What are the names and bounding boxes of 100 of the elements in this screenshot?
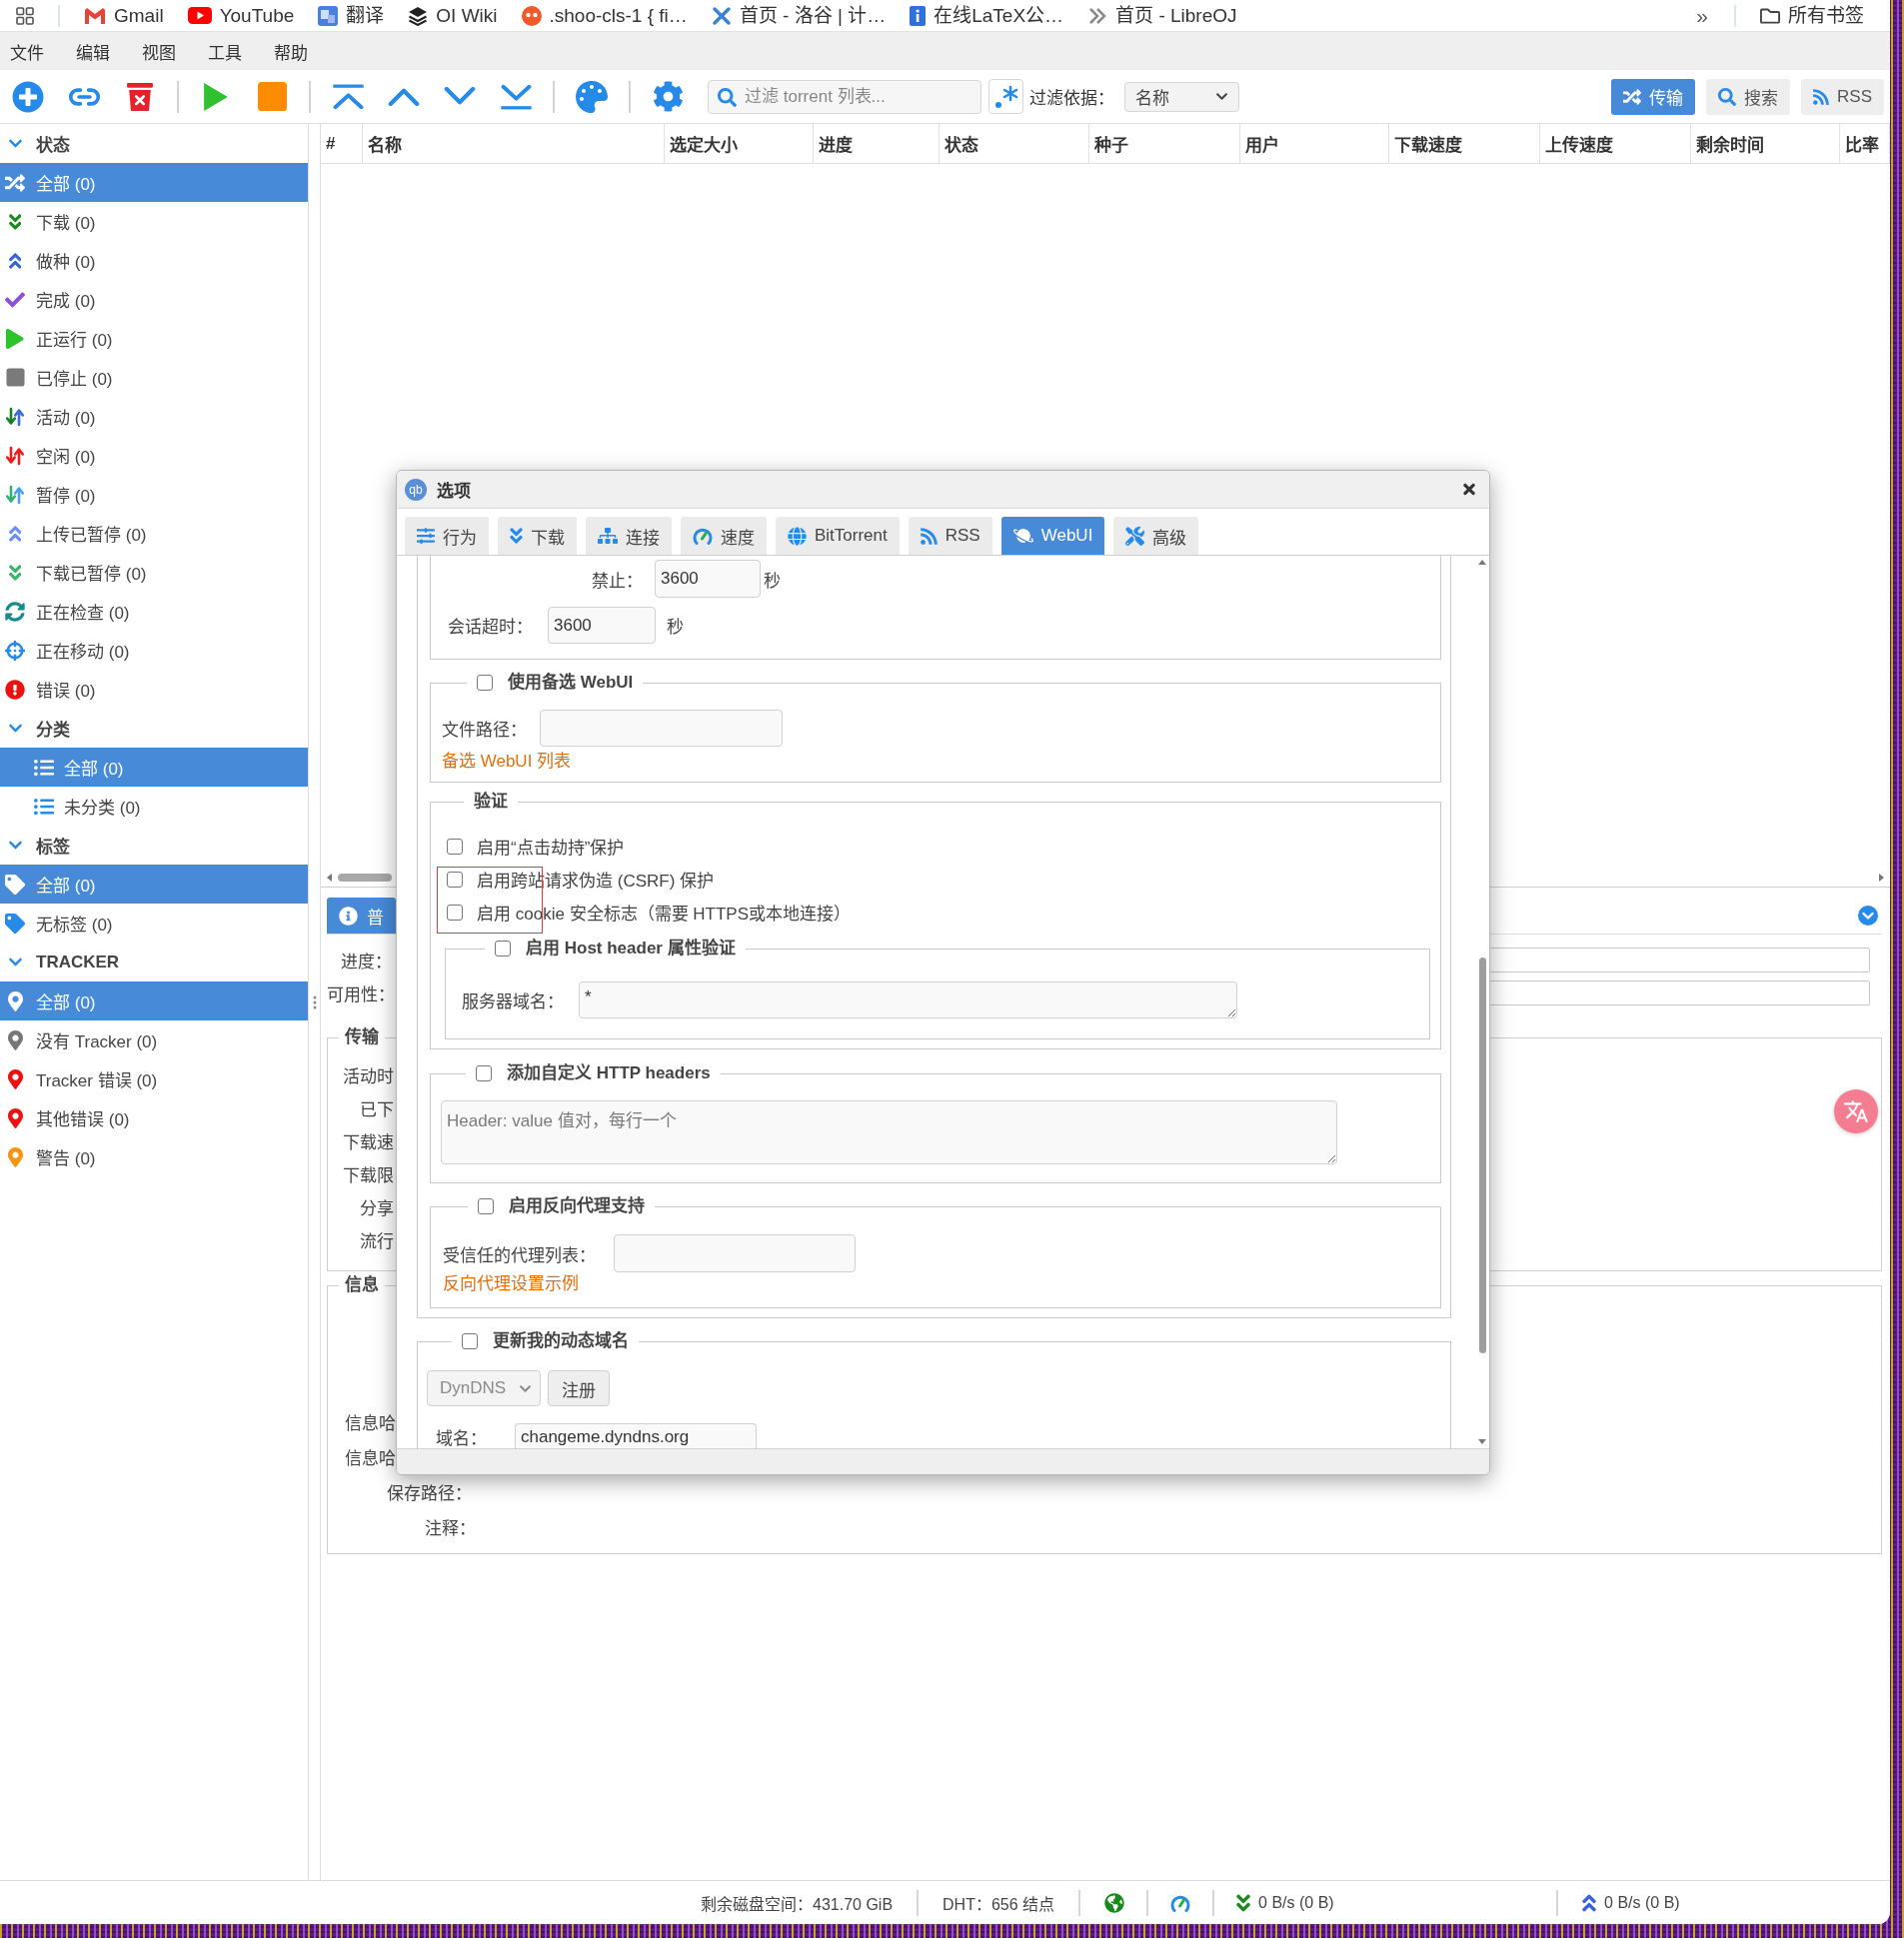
scroll-right-icon[interactable] [1879, 874, 1884, 882]
chevron-up-icon[interactable] [388, 87, 420, 106]
filter-item[interactable]: 已停止 (0) [0, 358, 308, 397]
menu-item[interactable]: 工具 [200, 34, 250, 68]
menu-item[interactable]: 文件 [2, 34, 52, 68]
scrollbar-thumb[interactable] [1478, 958, 1486, 1353]
grid-icon[interactable] [16, 6, 34, 25]
settings-tab[interactable]: 速度 [681, 517, 767, 555]
trash-icon[interactable] [127, 82, 153, 111]
text-field[interactable]: changeme.dyndns.org [515, 1423, 757, 1448]
globe-icon[interactable] [1104, 1892, 1125, 1913]
settings-icon[interactable] [652, 81, 684, 112]
drag-handle-icon[interactable] [312, 994, 317, 1009]
bookmark-link[interactable]: YouTube [187, 3, 295, 28]
scroll-down-icon[interactable] [1478, 1439, 1486, 1444]
bookmark-link[interactable]: Gmail [84, 3, 164, 28]
settings-tab[interactable]: 连接 [586, 517, 672, 555]
column-header[interactable]: 状态 [940, 124, 1089, 163]
checkbox[interactable] [462, 1333, 478, 1349]
filter-item[interactable]: 做种 (0) [0, 241, 308, 280]
column-header[interactable]: 比率 [1840, 124, 1890, 163]
column-header[interactable]: 剩余时间 [1691, 124, 1840, 163]
filter-item[interactable]: 全部 (0) [0, 865, 308, 904]
filter-item[interactable]: 完成 (0) [0, 280, 308, 319]
section-header[interactable]: 标签 [0, 826, 308, 865]
filter-item[interactable]: 警告 (0) [0, 1137, 308, 1176]
bookmark-link[interactable]: 翻译 [318, 3, 385, 28]
translate-icon[interactable] [1834, 1089, 1878, 1133]
settings-tab[interactable]: 高级 [1113, 517, 1199, 555]
link-icon[interactable] [67, 87, 101, 106]
scroll-up-icon[interactable] [1478, 560, 1486, 565]
checkbox[interactable] [477, 675, 493, 691]
filter-item[interactable]: 未分类 (0) [0, 787, 308, 826]
section-header[interactable]: TRACKER [0, 943, 308, 981]
filter-item[interactable]: Tracker 错误 (0) [0, 1059, 308, 1098]
settings-tab[interactable]: WebUI [1000, 517, 1105, 555]
checkbox[interactable] [447, 904, 463, 921]
settings-tab[interactable]: BitTorrent [776, 517, 900, 555]
column-header[interactable]: 选定大小 [665, 124, 814, 163]
bookmark-link[interactable]: 首页 - LibreOJ [1087, 3, 1237, 28]
view-tab[interactable]: 传输 [1611, 78, 1696, 115]
checkbox[interactable] [447, 871, 463, 888]
filter-item[interactable]: 下载 (0) [0, 202, 308, 241]
filter-item[interactable]: 上传已暂停 (0) [0, 514, 308, 553]
column-header[interactable]: # [321, 124, 363, 163]
bookmark-link[interactable]: .shoo-cls-1 { fi… [521, 3, 688, 28]
chevron-down-icon[interactable] [444, 87, 476, 106]
palette-icon[interactable] [576, 80, 608, 113]
play-icon[interactable] [204, 82, 228, 111]
column-header[interactable]: 用户 [1240, 124, 1389, 163]
text-area[interactable]: * [579, 981, 1237, 1018]
checkbox[interactable] [495, 941, 511, 957]
settings-tab[interactable]: RSS [908, 517, 992, 555]
section-header[interactable]: 分类 [0, 709, 308, 748]
settings-tab[interactable]: 行为 [405, 517, 489, 555]
close-icon[interactable] [1463, 481, 1475, 498]
filter-item[interactable]: 正运行 (0) [0, 319, 308, 358]
view-tab[interactable]: RSS [1801, 78, 1884, 115]
column-header[interactable]: 种子 [1089, 124, 1240, 163]
view-tab[interactable]: 搜索 [1706, 78, 1791, 115]
filter-item[interactable]: 正在检查 (0) [0, 592, 308, 631]
register-button[interactable]: 注册 [548, 1370, 610, 1406]
filter-item[interactable]: 下载已暂停 (0) [0, 553, 308, 592]
settings-tab[interactable]: 下载 [498, 517, 577, 555]
filter-item[interactable]: 暂停 (0) [0, 475, 308, 514]
bookmark-folder[interactable]: 所有书签 [1760, 3, 1864, 28]
text-field[interactable] [540, 710, 783, 747]
bookmark-link[interactable]: OI Wiki [408, 3, 498, 28]
column-header[interactable]: 名称 [363, 124, 665, 163]
chevron-up-line-icon[interactable] [331, 83, 365, 110]
bookmark-link[interactable]: 在线LaTeX公… [910, 3, 1064, 28]
filter-item[interactable]: 无标签 (0) [0, 904, 308, 943]
checkbox[interactable] [478, 1198, 494, 1214]
number-field[interactable]: 3600 [655, 560, 761, 598]
menu-item[interactable]: 帮助 [266, 34, 316, 68]
details-tab[interactable]: 普 [327, 898, 396, 934]
chevron-down-circle-icon[interactable] [1858, 906, 1878, 926]
square-icon[interactable] [257, 82, 287, 111]
column-header[interactable]: 下载速度 [1389, 124, 1540, 163]
text-field[interactable] [614, 1234, 856, 1272]
filter-item[interactable]: 空闲 (0) [0, 436, 308, 475]
checkbox[interactable] [447, 838, 463, 855]
filter-item[interactable]: 没有 Tracker (0) [0, 1020, 308, 1059]
filter-item[interactable]: 全部 (0) [0, 981, 308, 1020]
column-header[interactable]: 上传速度 [1540, 124, 1691, 163]
search-field[interactable]: 过滤 torrent 列表... [708, 79, 981, 114]
text-area[interactable]: Header: value 值对，每行一个 [441, 1100, 1337, 1164]
bookmark-link[interactable]: 首页 - 洛谷 | 计… [711, 3, 887, 28]
chevron-down-line-icon[interactable] [499, 83, 533, 110]
number-field[interactable]: 3600 [548, 607, 656, 644]
filter-item[interactable]: 全部 (0) [0, 748, 308, 787]
column-header[interactable]: 进度 [814, 124, 940, 163]
scrollbar-thumb[interactable] [338, 874, 392, 882]
section-header[interactable]: 状态 [0, 124, 308, 163]
filter-item[interactable]: 其他错误 (0) [0, 1098, 308, 1137]
filter-select[interactable]: 名称 [1124, 81, 1239, 112]
bookmarks-overflow-button[interactable]: » [1694, 3, 1710, 28]
filter-item[interactable]: 正在移动 (0) [0, 631, 308, 670]
menu-item[interactable]: 编辑 [68, 34, 118, 68]
menu-item[interactable]: 视图 [134, 34, 184, 68]
